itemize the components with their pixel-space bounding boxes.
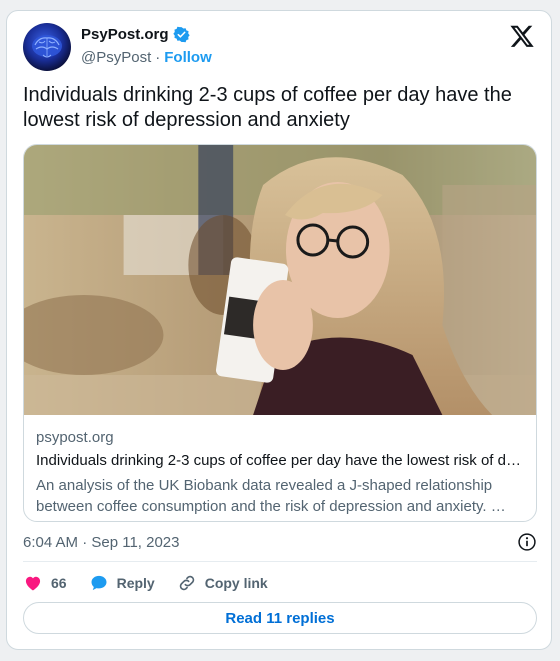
timestamp[interactable]: 6:04 AM · Sep 11, 2023 [23, 534, 180, 551]
tweet-header: PsyPost.org @PsyPost · Follow [23, 23, 535, 73]
handle-separator: · [155, 49, 161, 66]
link-preview-card[interactable]: psypost.org Individuals drinking 2-3 cup… [23, 144, 537, 522]
info-icon[interactable] [517, 532, 537, 552]
avatar[interactable] [23, 23, 71, 71]
follow-button[interactable]: Follow [164, 49, 212, 66]
link-meta: psypost.org Individuals drinking 2-3 cup… [36, 429, 526, 517]
link-description: An analysis of the UK Biobank data revea… [36, 477, 506, 515]
action-bar: 66 Reply Copy link [23, 571, 268, 595]
reply-bubble-icon [91, 575, 107, 591]
link-title[interactable]: Individuals drinking 2-3 cups of coffee … [36, 452, 526, 472]
name-row: PsyPost.org [81, 26, 190, 43]
display-name[interactable]: PsyPost.org [81, 26, 169, 43]
timestamp-row: 6:04 AM · Sep 11, 2023 [23, 531, 537, 553]
copy-link-label: Copy link [204, 575, 268, 591]
divider [23, 561, 537, 562]
x-logo-icon[interactable] [509, 23, 535, 49]
tweet-text: Individuals drinking 2-3 cups of coffee … [23, 84, 512, 131]
article-photo [24, 145, 536, 415]
copy-link-button[interactable]: Copy link [177, 573, 268, 593]
link-domain: psypost.org [36, 429, 114, 446]
verified-badge-icon [172, 26, 190, 43]
like-button[interactable]: 66 [23, 573, 67, 593]
heart-icon [25, 576, 41, 591]
handle-row: @PsyPost · Follow [81, 49, 212, 66]
link-icon [179, 575, 194, 591]
reply-button[interactable]: Reply [89, 573, 155, 593]
brain-icon [32, 35, 62, 58]
like-count: 66 [51, 575, 67, 591]
handle[interactable]: @PsyPost [81, 49, 151, 66]
read-replies-button[interactable]: Read 11 replies [23, 602, 537, 634]
tweet-card: PsyPost.org @PsyPost · Follow Individual… [6, 10, 552, 650]
reply-label: Reply [116, 575, 155, 591]
